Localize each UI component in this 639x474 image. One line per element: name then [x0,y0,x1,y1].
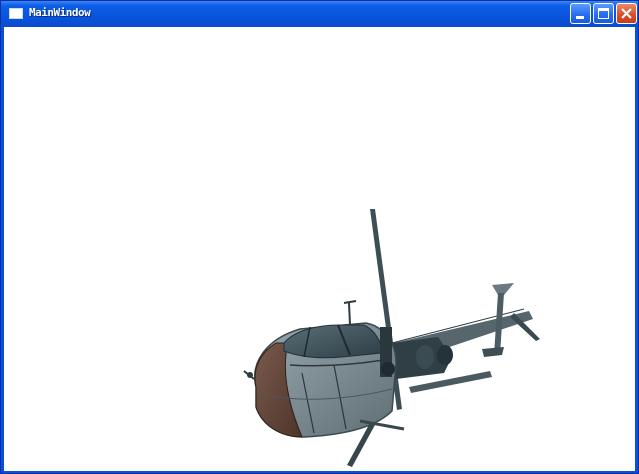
rotor-hub [381,362,395,376]
close-button[interactable] [616,3,637,24]
maximize-icon [598,8,609,19]
tail-skid [482,347,504,357]
main-window: MainWindow [0,0,639,474]
window-app-icon[interactable] [9,8,23,19]
minimize-icon [576,16,584,19]
window-title: MainWindow [29,6,91,19]
close-icon [621,8,632,19]
engine-intake [416,345,434,369]
antenna [348,302,351,326]
title-bar[interactable]: MainWindow [1,1,638,27]
maximize-button[interactable] [593,3,614,24]
3d-viewport[interactable] [4,27,635,471]
front-sensor-tip [247,372,253,378]
engine-exhaust [437,345,453,365]
minimize-button[interactable] [570,3,591,24]
helicopter-model-render [243,209,540,467]
antenna-top [343,300,357,304]
